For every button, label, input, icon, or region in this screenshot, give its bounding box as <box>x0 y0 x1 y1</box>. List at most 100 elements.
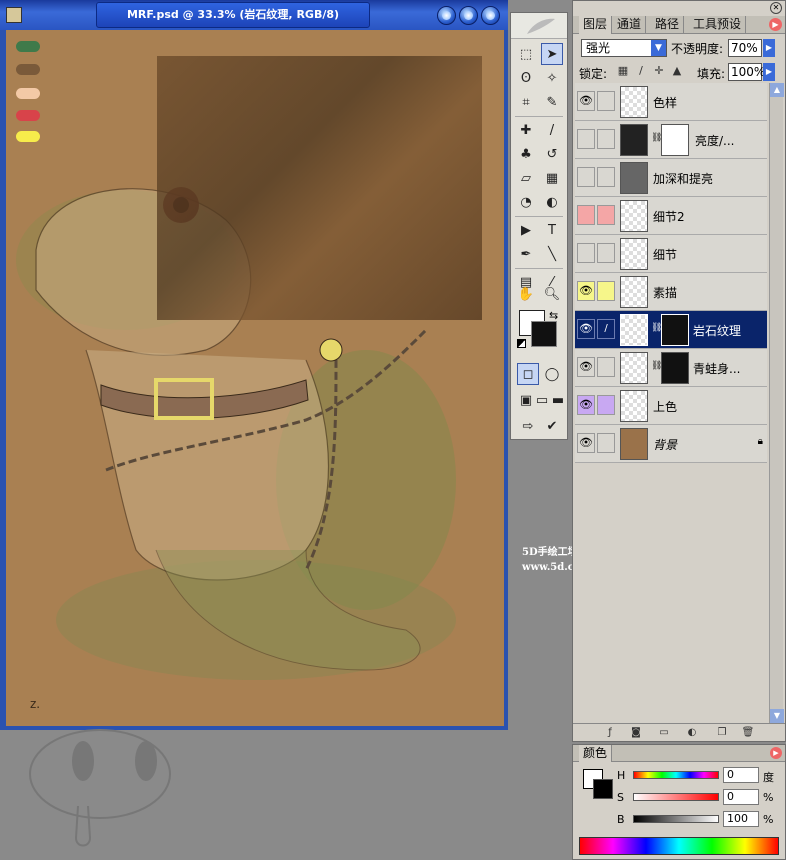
magic-wand-tool[interactable]: ✧ <box>541 67 563 89</box>
layer-link-cell[interactable] <box>597 281 615 301</box>
layer-row[interactable]: 👁︎ 上色 <box>575 387 767 425</box>
panel-menu-icon[interactable]: ▶ <box>769 18 782 31</box>
eye-icon[interactable]: 👁︎ <box>577 91 595 111</box>
layer-link-cell[interactable] <box>597 433 615 453</box>
layer-style-icon[interactable]: ƒ <box>603 726 617 740</box>
layer-link-cell[interactable] <box>597 395 615 415</box>
tab-tool-presets[interactable]: 工具预设 <box>689 16 747 34</box>
lock-all-icon[interactable]: ▲ <box>671 65 683 77</box>
default-colors-icon[interactable] <box>517 339 526 348</box>
jump-to-imageready-button[interactable]: ⇨ <box>517 415 539 437</box>
dodge-tool[interactable]: ◐ <box>541 191 563 213</box>
adjustment-layer-icon[interactable]: ◐ <box>685 726 699 740</box>
layer-row[interactable]: 👁︎ ⛓︎ 青蛙身... <box>575 349 767 387</box>
tab-layers[interactable]: 图层 <box>579 16 613 34</box>
layer-row[interactable]: 加深和提亮 <box>575 159 767 197</box>
lasso-tool[interactable]: ʘ <box>515 67 537 89</box>
new-group-icon[interactable]: ▭ <box>657 726 671 740</box>
lock-transparency-icon[interactable]: ▦ <box>617 65 629 77</box>
line-tool[interactable]: ╲ <box>541 243 563 265</box>
tab-paths[interactable]: 路径 <box>651 16 685 34</box>
healing-brush-tool[interactable]: ✚ <box>515 119 537 141</box>
brightness-slider[interactable] <box>633 815 719 823</box>
lock-image-icon[interactable]: / <box>635 65 647 77</box>
layer-row[interactable]: 细节2 <box>575 197 767 235</box>
maximize-button[interactable] <box>459 6 478 25</box>
layer-link-cell[interactable] <box>597 243 615 263</box>
paintbrush-icon[interactable]: / <box>597 319 615 339</box>
layer-row[interactable]: 👁︎ 背景 🔒︎ <box>575 425 767 463</box>
eye-off-cell[interactable] <box>577 205 595 225</box>
layer-mask-thumbnail <box>661 124 689 156</box>
layer-row[interactable]: 👁︎ 素描 <box>575 273 767 311</box>
eye-off-cell[interactable] <box>577 167 595 187</box>
eye-icon[interactable]: 👁︎ <box>577 319 595 339</box>
brightness-field[interactable]: 100 <box>723 811 759 827</box>
tools-header[interactable] <box>511 13 567 39</box>
pen-tool[interactable]: ✒ <box>515 243 537 265</box>
hue-slider[interactable] <box>633 771 719 779</box>
lock-position-icon[interactable]: ✛ <box>653 65 665 77</box>
crop-tool[interactable]: ⌗ <box>515 91 537 113</box>
saturation-slider[interactable] <box>633 793 719 801</box>
layers-scrollbar[interactable]: ▲ ▼ <box>769 83 784 723</box>
move-tool[interactable]: ➤ <box>541 43 563 65</box>
gradient-tool[interactable]: ▦ <box>541 167 563 189</box>
opacity-slider-arrow-icon[interactable]: ▶ <box>763 39 775 57</box>
clone-stamp-tool[interactable]: ♣ <box>515 143 537 165</box>
document-titlebar[interactable]: MRF.psd @ 33.3% (岩石纹理, RGB/8) <box>0 0 508 30</box>
opacity-field[interactable]: 70% <box>728 39 762 57</box>
feather-icon <box>527 18 555 34</box>
swap-colors-icon[interactable]: ⇆ <box>549 309 558 322</box>
tab-color[interactable]: 颜色 <box>579 745 613 762</box>
brush-tool[interactable]: / <box>541 119 563 141</box>
fill-field[interactable]: 100% <box>728 63 765 81</box>
trash-icon[interactable]: 🗑︎ <box>741 726 755 740</box>
scroll-down-icon[interactable]: ▼ <box>770 709 784 723</box>
layer-row[interactable]: ⛓︎ 亮度/... <box>575 121 767 159</box>
standard-mode-button[interactable]: ◻ <box>517 363 539 385</box>
eye-off-cell[interactable] <box>577 129 595 149</box>
color-spectrum-bar[interactable] <box>579 837 779 855</box>
hand-tool[interactable]: ✋ <box>515 283 537 305</box>
layer-link-cell[interactable] <box>597 91 615 111</box>
eye-icon[interactable]: 👁︎ <box>577 395 595 415</box>
tab-channels[interactable]: 通道 <box>613 16 647 34</box>
layer-link-cell[interactable] <box>597 167 615 187</box>
eye-icon[interactable]: 👁︎ <box>577 281 595 301</box>
background-color[interactable] <box>531 321 557 347</box>
color-background-swatch[interactable] <box>593 779 613 799</box>
fill-slider-arrow-icon[interactable]: ▶ <box>763 63 775 81</box>
minimize-button[interactable] <box>437 6 456 25</box>
type-tool[interactable]: T <box>541 219 563 241</box>
marquee-tool[interactable]: ⬚ <box>515 43 537 65</box>
blend-mode-select[interactable]: 强光 ▼ <box>581 39 667 57</box>
scroll-up-icon[interactable]: ▲ <box>770 83 784 97</box>
path-selection-tool[interactable]: ▶ <box>515 219 537 241</box>
history-brush-tool[interactable]: ↺ <box>541 143 563 165</box>
zoom-tool[interactable]: 🔍︎ <box>541 283 563 305</box>
close-button[interactable] <box>481 6 500 25</box>
hue-field[interactable]: 0 <box>723 767 759 783</box>
layer-link-cell[interactable] <box>597 205 615 225</box>
layer-link-cell[interactable] <box>597 129 615 149</box>
blur-tool[interactable]: ◔ <box>515 191 537 213</box>
add-mask-icon[interactable]: ◙ <box>629 726 643 740</box>
slice-tool[interactable]: ✎ <box>541 91 563 113</box>
document-canvas[interactable]: z. <box>6 30 504 726</box>
layer-link-cell[interactable] <box>597 357 615 377</box>
panel-menu-icon[interactable]: ▶ <box>770 747 782 759</box>
layer-row[interactable]: 👁︎ 色样 <box>575 83 767 121</box>
saturation-field[interactable]: 0 <box>723 789 759 805</box>
eye-icon[interactable]: 👁︎ <box>577 357 595 377</box>
quick-mask-button[interactable]: ◯ <box>541 363 563 385</box>
screen-mode-full-button[interactable]: ▬ <box>547 389 569 411</box>
new-layer-icon[interactable]: ❐ <box>715 726 729 740</box>
eraser-tool[interactable]: ▱ <box>515 167 537 189</box>
layer-row[interactable]: 细节 <box>575 235 767 273</box>
eye-icon[interactable]: 👁︎ <box>577 433 595 453</box>
eye-off-cell[interactable] <box>577 243 595 263</box>
imageready-icon[interactable]: ✔ <box>541 415 563 437</box>
layer-row-selected[interactable]: 👁︎ / ⛓︎ 岩石纹理 <box>575 311 767 349</box>
panel-close-icon[interactable]: ✕ <box>770 2 782 14</box>
